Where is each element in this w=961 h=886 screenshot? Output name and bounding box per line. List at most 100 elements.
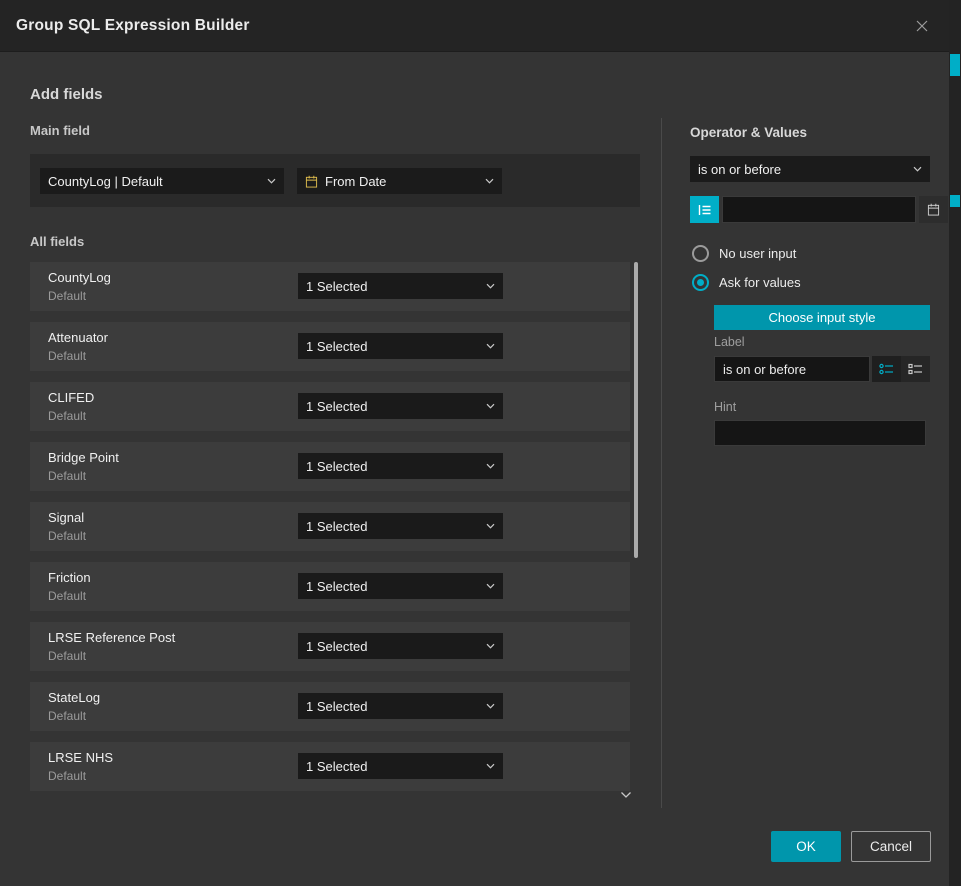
- chevron-down-icon: [486, 703, 495, 709]
- chevron-down-icon: [267, 178, 276, 184]
- field-name: LRSE NHS: [48, 750, 113, 765]
- radio-ask-for-values[interactable]: Ask for values: [690, 274, 801, 291]
- all-fields-list: CountyLog Default 1 Selected Attenuator …: [30, 262, 630, 802]
- field-values-select[interactable]: 1 Selected: [298, 453, 503, 479]
- value-input-row: [690, 196, 930, 223]
- field-values-select[interactable]: 1 Selected: [298, 393, 503, 419]
- hint-input[interactable]: [714, 420, 926, 446]
- ok-button[interactable]: OK: [771, 831, 841, 862]
- dialog-title: Group SQL Expression Builder: [16, 17, 250, 35]
- fields-scrollbar[interactable]: [633, 262, 639, 802]
- field-values-select-value: 1 Selected: [306, 759, 367, 774]
- field-values-select[interactable]: 1 Selected: [298, 333, 503, 359]
- field-values-select-value: 1 Selected: [306, 339, 367, 354]
- label-caption: Label: [714, 335, 745, 349]
- field-row: Signal Default 1 Selected: [30, 502, 630, 551]
- radio-ask-for-values-label: Ask for values: [719, 275, 801, 290]
- radio-circle: [692, 245, 709, 262]
- all-fields-heading: All fields: [30, 234, 84, 249]
- field-row: CLIFED Default 1 Selected: [30, 382, 630, 431]
- layer-select-value: CountyLog | Default: [48, 174, 163, 189]
- field-row-text: LRSE Reference Post Default: [48, 630, 175, 663]
- field-subtitle: Default: [48, 349, 108, 363]
- field-values-select[interactable]: 1 Selected: [298, 753, 503, 779]
- operator-values-heading: Operator & Values: [690, 125, 807, 140]
- chevron-down-icon: [486, 463, 495, 469]
- page-scrollbar-strip: [949, 0, 961, 886]
- field-row: Friction Default 1 Selected: [30, 562, 630, 611]
- field-subtitle: Default: [48, 769, 113, 783]
- field-values-select-value: 1 Selected: [306, 639, 367, 654]
- cancel-button[interactable]: Cancel: [851, 831, 931, 862]
- chevron-down-icon: [486, 523, 495, 529]
- dialog-titlebar: Group SQL Expression Builder: [0, 0, 949, 52]
- field-row-text: Signal Default: [48, 510, 86, 543]
- chevron-down-icon: [485, 178, 494, 184]
- field-values-select[interactable]: 1 Selected: [298, 273, 503, 299]
- radio-list-style-button[interactable]: [872, 356, 901, 382]
- calendar-icon: [305, 175, 318, 188]
- field-row-text: Bridge Point Default: [48, 450, 119, 483]
- vertical-divider: [661, 118, 662, 808]
- layer-select[interactable]: CountyLog | Default: [40, 168, 284, 194]
- field-row-text: CountyLog Default: [48, 270, 111, 303]
- field-values-select-value: 1 Selected: [306, 279, 367, 294]
- field-values-select-value: 1 Selected: [306, 399, 367, 414]
- field-name: Friction: [48, 570, 91, 585]
- field-subtitle: Default: [48, 649, 175, 663]
- field-name: Attenuator: [48, 330, 108, 345]
- field-row-text: Attenuator Default: [48, 330, 108, 363]
- scroll-marker: [950, 195, 960, 207]
- radio-circle-selected: [692, 274, 709, 291]
- field-values-select-value: 1 Selected: [306, 579, 367, 594]
- radio-no-user-input[interactable]: No user input: [690, 245, 796, 262]
- main-field-select[interactable]: From Date: [297, 168, 502, 194]
- field-subtitle: Default: [48, 409, 94, 423]
- field-values-select-value: 1 Selected: [306, 459, 367, 474]
- chevron-down-icon: [486, 643, 495, 649]
- field-subtitle: Default: [48, 469, 119, 483]
- scroll-marker: [950, 54, 960, 76]
- operator-select[interactable]: is on or before: [690, 156, 930, 182]
- scroll-down-icon[interactable]: [620, 786, 632, 804]
- field-values-select[interactable]: 1 Selected: [298, 573, 503, 599]
- field-name: Signal: [48, 510, 86, 525]
- label-input[interactable]: [714, 356, 870, 382]
- field-list-button[interactable]: [690, 196, 719, 223]
- group-sql-expression-builder-dialog: Group SQL Expression Builder Add fields …: [0, 0, 961, 886]
- field-row: LRSE Reference Post Default 1 Selected: [30, 622, 630, 671]
- main-field-select-value: From Date: [325, 174, 386, 189]
- operator-values-panel: Operator & Values is on or before No use…: [690, 120, 930, 760]
- checkbox-list-style-button[interactable]: [901, 356, 930, 382]
- add-fields-heading: Add fields: [30, 86, 103, 103]
- scrollbar-thumb[interactable]: [634, 262, 638, 558]
- close-icon[interactable]: [911, 15, 933, 37]
- main-field-heading: Main field: [30, 123, 90, 138]
- value-input[interactable]: [722, 196, 916, 223]
- input-style-toggle-group: [872, 356, 930, 382]
- field-name: CLIFED: [48, 390, 94, 405]
- field-row: CountyLog Default 1 Selected: [30, 262, 630, 311]
- field-subtitle: Default: [48, 589, 91, 603]
- field-row: LRSE NHS Default 1 Selected: [30, 742, 630, 791]
- operator-select-value: is on or before: [698, 162, 781, 177]
- field-values-select-value: 1 Selected: [306, 519, 367, 534]
- field-subtitle: Default: [48, 289, 111, 303]
- calendar-picker-button[interactable]: [919, 196, 948, 223]
- field-subtitle: Default: [48, 529, 86, 543]
- field-values-select[interactable]: 1 Selected: [298, 513, 503, 539]
- field-row: Attenuator Default 1 Selected: [30, 322, 630, 371]
- field-values-select[interactable]: 1 Selected: [298, 693, 503, 719]
- field-name: LRSE Reference Post: [48, 630, 175, 645]
- hint-caption: Hint: [714, 400, 736, 414]
- field-row-text: CLIFED Default: [48, 390, 94, 423]
- chevron-down-icon: [486, 403, 495, 409]
- chevron-down-icon: [486, 343, 495, 349]
- choose-input-style-button[interactable]: Choose input style: [714, 305, 930, 330]
- field-name: StateLog: [48, 690, 100, 705]
- field-values-select[interactable]: 1 Selected: [298, 633, 503, 659]
- label-input-row: [714, 356, 930, 382]
- chevron-down-icon: [486, 763, 495, 769]
- field-row-text: LRSE NHS Default: [48, 750, 113, 783]
- main-field-panel: CountyLog | Default From Date: [30, 154, 640, 207]
